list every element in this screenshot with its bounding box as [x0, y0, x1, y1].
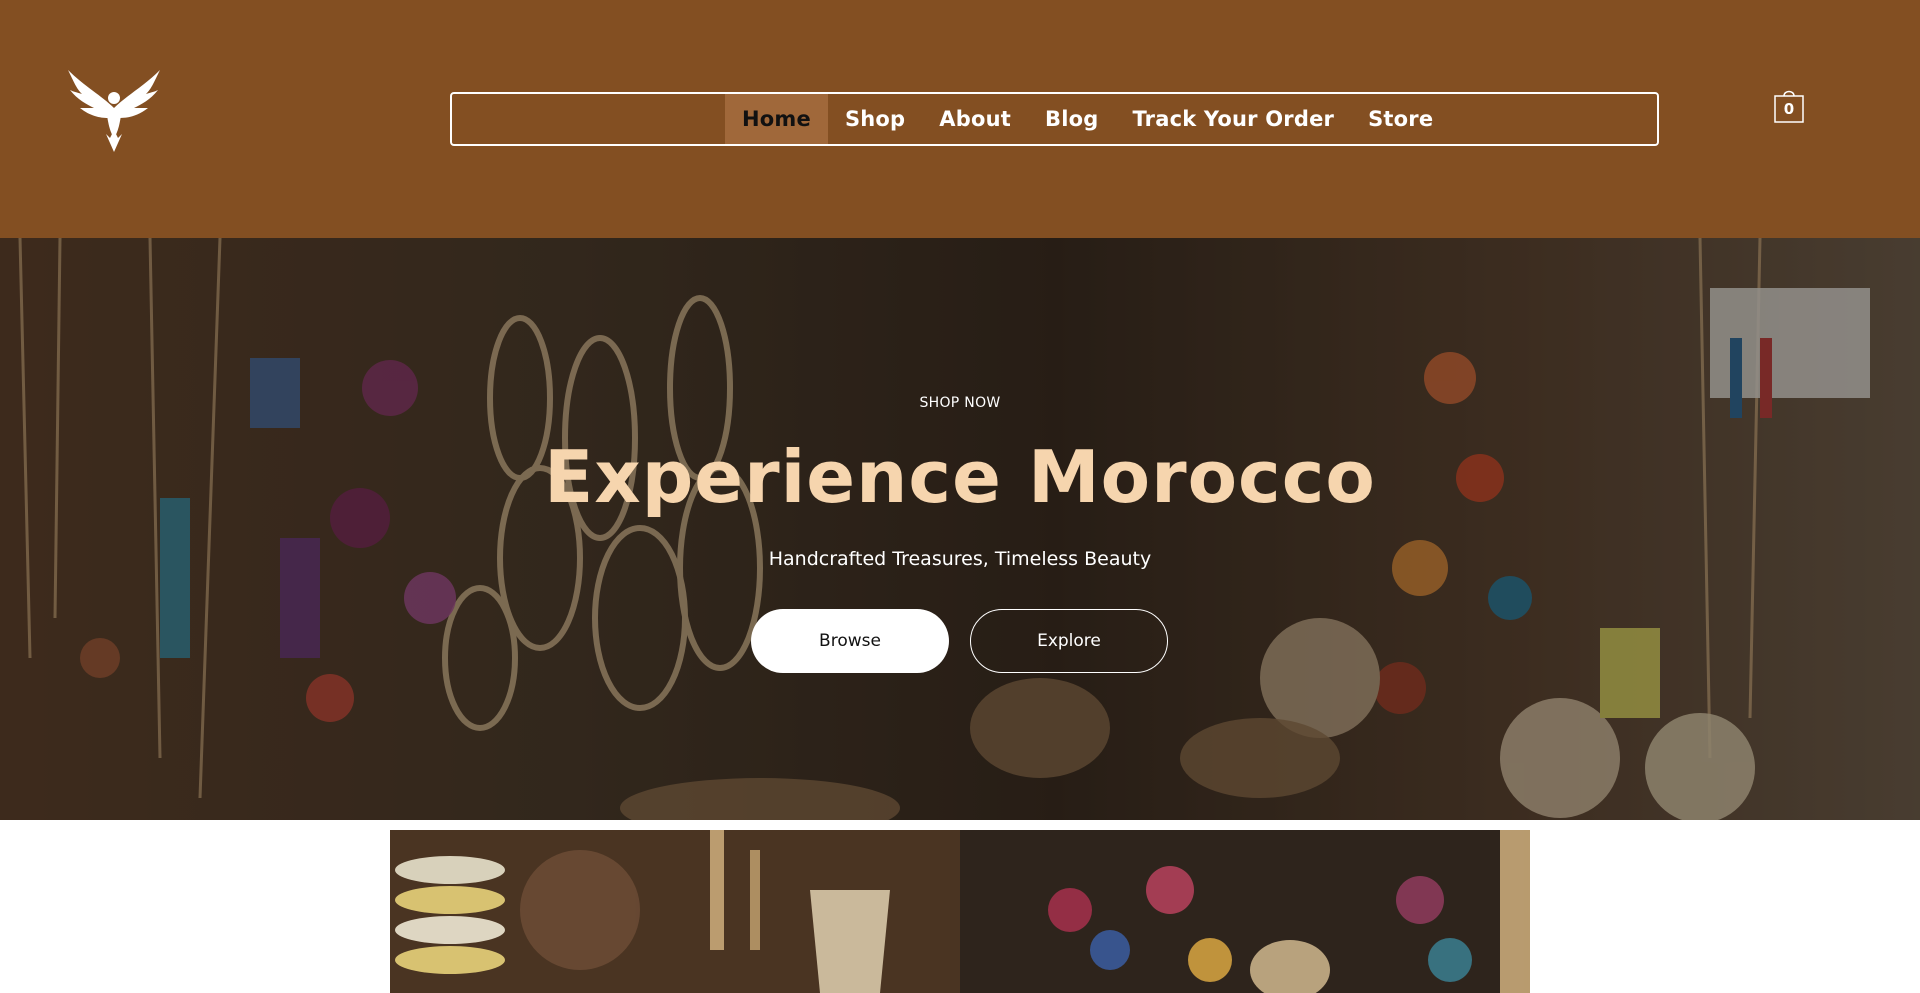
nav-item-about[interactable]: About — [922, 94, 1028, 144]
site-header: Home Shop About Blog Track Your Order St… — [0, 0, 1920, 238]
cart-button[interactable]: 0 — [1774, 86, 1804, 124]
main-navigation: Home Shop About Blog Track Your Order St… — [450, 92, 1659, 146]
shop-now-label: SHOP NOW — [919, 395, 1001, 411]
hero-subtitle: Handcrafted Treasures, Timeless Beauty — [768, 548, 1152, 570]
nav-item-home[interactable]: Home — [725, 94, 828, 144]
browse-button[interactable]: Browse — [751, 609, 949, 673]
nav-items: Home Shop About Blog Track Your Order St… — [725, 94, 1450, 144]
hero-overlay — [0, 238, 1920, 820]
nav-item-shop[interactable]: Shop — [828, 94, 922, 144]
explore-button[interactable]: Explore — [970, 609, 1168, 673]
eagle-logo-icon[interactable] — [66, 68, 162, 154]
cart-count: 0 — [1783, 100, 1795, 118]
nav-item-store[interactable]: Store — [1351, 94, 1450, 144]
market-photo — [390, 830, 1530, 993]
nav-item-blog[interactable]: Blog — [1028, 94, 1115, 144]
hero-section: SHOP NOW Experience Morocco Handcrafted … — [0, 238, 1920, 820]
hero-title: Experience Morocco — [544, 435, 1376, 519]
nav-item-track-your-order[interactable]: Track Your Order — [1115, 94, 1351, 144]
gallery-image-strip — [390, 830, 1530, 993]
